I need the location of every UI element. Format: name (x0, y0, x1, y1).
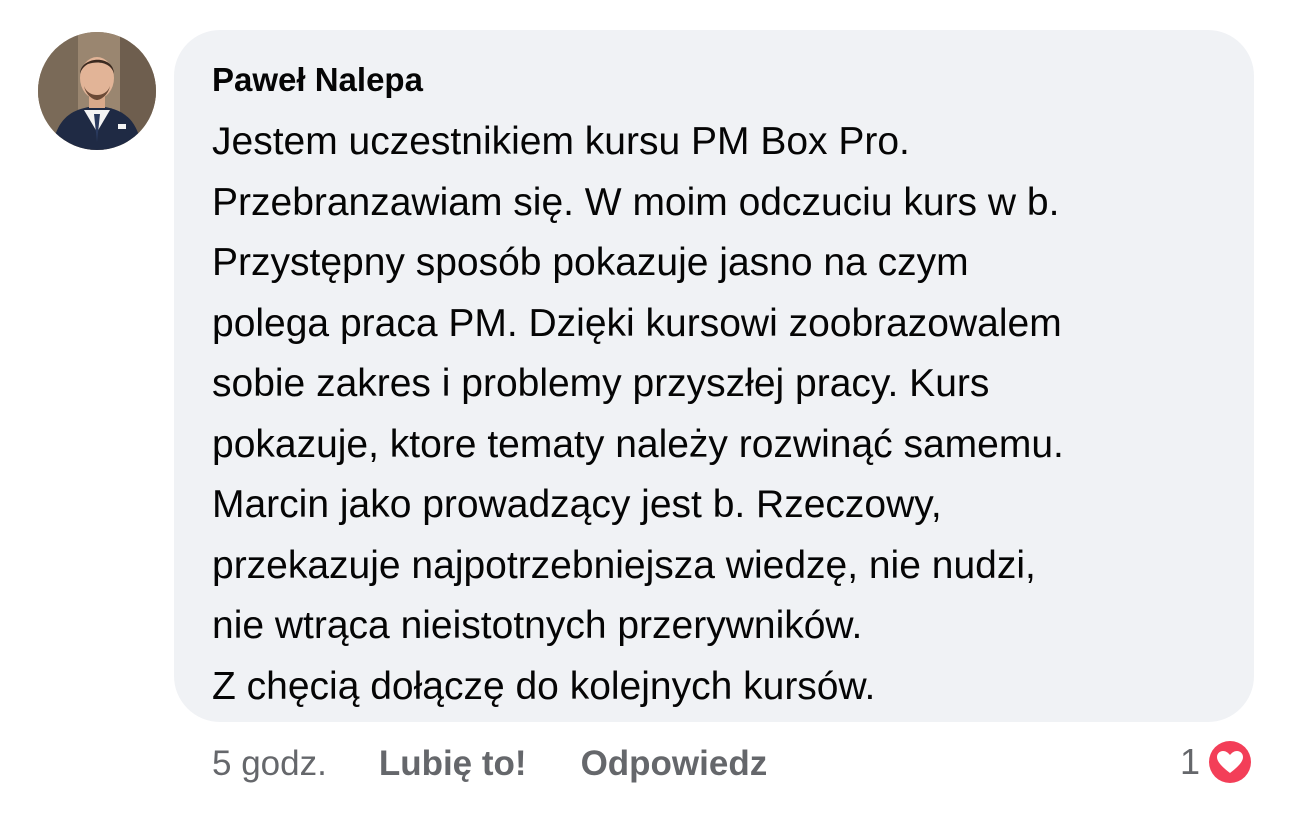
comment-line: Z chęcią dołączę do kolejnych kursów. (212, 664, 876, 708)
comment-line: Jestem uczestnikiem kursu PM Box Pro. (212, 120, 910, 163)
comment-line: pokazuje, ktore tematy należy rozwinąć s… (212, 422, 1064, 466)
avatar-photo (38, 32, 156, 150)
comment-line: Przebranzawiam się. W moim odczuciu kurs… (212, 180, 1060, 224)
heart-icon (1206, 738, 1254, 786)
reactions-summary[interactable]: 1 (1180, 737, 1254, 787)
comment-author[interactable]: Paweł Nalepa (212, 60, 1224, 100)
comment-line: Marcin jako prowadzący jest b. Rzeczowy, (212, 483, 942, 526)
comment-line: przekazuje najpotrzebniejsza wiedzę, nie… (212, 543, 1036, 587)
comment-line: sobie zakres i problemy przyszłej pracy.… (212, 362, 990, 405)
comment-line: nie wtrąca nieistotnych przerywników. (212, 604, 863, 647)
comment-bubble: Paweł Nalepa Jestem uczestnikiem kursu P… (174, 30, 1254, 722)
comment-actions: 5 godz. Lubię to! Odpowiedz (212, 740, 767, 788)
like-button[interactable]: Lubię to! (379, 744, 527, 784)
avatar[interactable] (38, 32, 156, 150)
comment-line: Przystępny sposób pokazuje jasno na czym (212, 241, 969, 284)
reply-button[interactable]: Odpowiedz (581, 744, 768, 784)
reaction-count: 1 (1179, 741, 1200, 782)
comment-text: Jestem uczestnikiem kursu PM Box Pro. Pr… (212, 112, 1224, 717)
comment-line: polega praca PM. Dzięki kursowi zoobrazo… (212, 301, 1062, 345)
comment-timestamp[interactable]: 5 godz. (212, 744, 327, 784)
